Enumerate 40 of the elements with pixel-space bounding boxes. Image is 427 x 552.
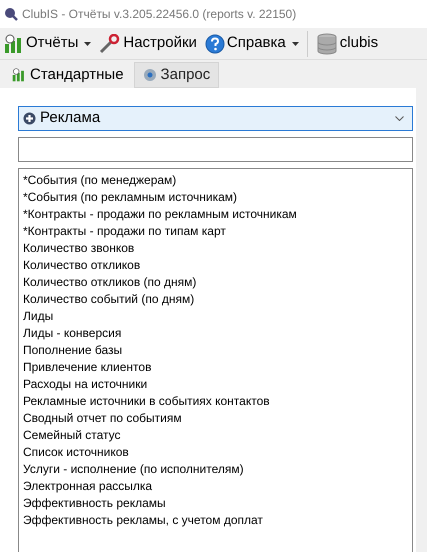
report-item[interactable]: *События (по менеджерам) bbox=[23, 172, 412, 189]
report-item[interactable]: Пополнение базы bbox=[23, 342, 412, 359]
toolbar-button[interactable]: Отчёты bbox=[4, 32, 92, 55]
gear-icon bbox=[142, 68, 157, 82]
report-item[interactable]: Лиды - конверсия bbox=[23, 325, 412, 342]
chevron-down-icon bbox=[395, 116, 404, 121]
tab[interactable]: Запрос bbox=[134, 62, 220, 88]
report-item[interactable]: *Контракты - продажи по типам карт bbox=[23, 223, 412, 240]
toolbar-button[interactable]: Справка bbox=[204, 32, 299, 55]
report-item[interactable]: Лиды bbox=[23, 308, 412, 325]
report-item[interactable]: Электронная рассылка bbox=[23, 478, 412, 495]
report-item[interactable]: Расходы на источники bbox=[23, 376, 412, 393]
report-item[interactable]: *События (по рекламным источникам) bbox=[23, 189, 412, 206]
wrench-icon bbox=[99, 34, 122, 54]
report-item[interactable]: Количество откликов bbox=[23, 257, 412, 274]
category-dropdown[interactable]: Реклама bbox=[18, 106, 413, 131]
report-item[interactable]: Услуги - исполнение (по исполнителям) bbox=[23, 461, 412, 478]
toolbar-button[interactable]: clubis bbox=[316, 32, 378, 55]
report-item[interactable]: Эффективность рекламы, с учетом доплат bbox=[23, 512, 412, 529]
report-item[interactable]: Семейный статус bbox=[23, 427, 412, 444]
window-title: ClubIS - Отчёты v.3.205.22456.0 (reports v. 22150) bbox=[22, 6, 296, 23]
report-item[interactable]: Рекламные источники в событиях контактов bbox=[23, 393, 412, 410]
report-item[interactable]: Количество звонков bbox=[23, 240, 412, 257]
database-icon bbox=[316, 32, 338, 54]
filter-field[interactable] bbox=[18, 137, 413, 162]
toolbar-button[interactable]: Настройки bbox=[99, 32, 197, 55]
report-item[interactable]: Эффективность рекламы bbox=[23, 495, 412, 512]
report-item[interactable]: Список источников bbox=[23, 444, 412, 461]
report-item[interactable]: Количество откликов (по дням) bbox=[23, 274, 412, 291]
caret-icon bbox=[84, 42, 92, 46]
chart-icon bbox=[4, 34, 24, 54]
report-item[interactable]: Количество событий (по дням) bbox=[23, 291, 412, 308]
report-item[interactable]: Привлечение клиентов bbox=[23, 359, 412, 376]
help-icon bbox=[204, 34, 225, 54]
report-item[interactable]: *Контракты - продажи по рекламным источникам bbox=[23, 206, 412, 223]
plus-icon bbox=[23, 112, 36, 125]
report-item[interactable]: Сводный отчет по событиям bbox=[23, 410, 412, 427]
chart-icon bbox=[12, 68, 26, 82]
caret-icon bbox=[292, 42, 299, 46]
magnifier-icon bbox=[4, 7, 18, 21]
